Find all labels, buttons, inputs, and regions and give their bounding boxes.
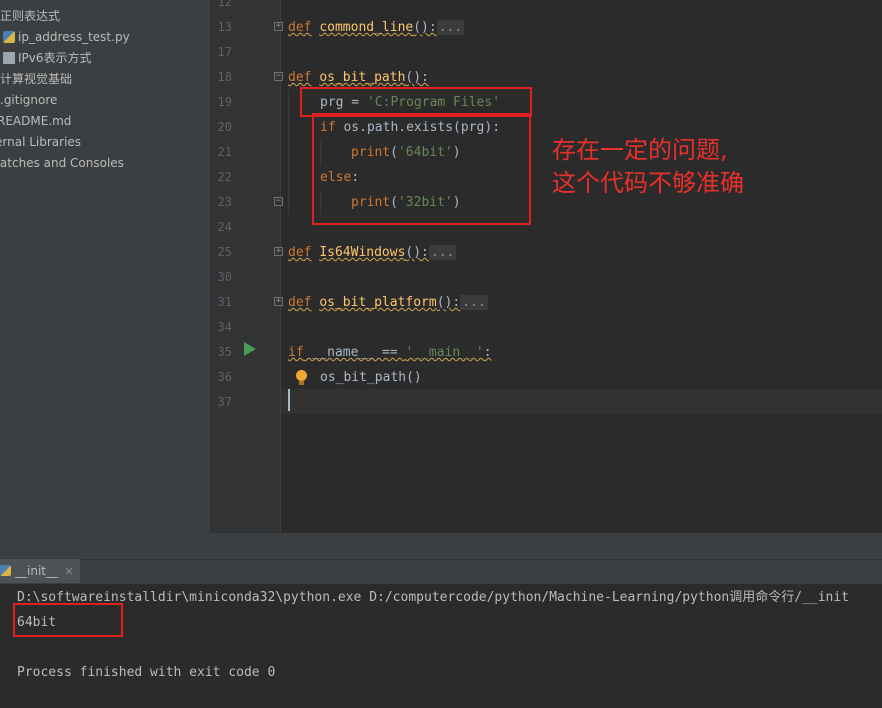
tree-item-external-libraries[interactable]: ernal Libraries <box>0 132 81 153</box>
current-line-highlight <box>281 389 882 414</box>
line-number: 23 <box>217 195 232 209</box>
line-number: 24 <box>217 220 232 234</box>
lightbulb-base <box>299 381 304 385</box>
line-number: 13 <box>217 20 232 34</box>
line-number: 37 <box>217 395 232 409</box>
line-number: 25 <box>217 245 232 259</box>
code-line-25: def Is64Windows():... <box>288 240 457 265</box>
code-token: os_bit_path() <box>320 370 422 385</box>
folded-region[interactable]: ... <box>436 20 465 35</box>
code-line-36: os_bit_path() <box>320 365 422 390</box>
tree-item-folder[interactable]: 计算视觉基础 <box>0 69 72 90</box>
indent-guide <box>288 90 289 215</box>
code-token: (): <box>436 295 461 310</box>
line-number: 18 <box>217 70 232 84</box>
function-name-token: commond_line <box>319 20 414 35</box>
line-number: 36 <box>217 370 232 384</box>
fold-collapse-icon[interactable]: − <box>274 72 283 81</box>
tree-item-readme[interactable]: README.md <box>0 111 71 132</box>
run-tab-label: __init__ <box>15 564 58 578</box>
tree-item-folder[interactable]: 正则表达式 <box>0 6 60 27</box>
code-line-13: def commond_line():... <box>288 15 465 40</box>
tree-item-ipv6[interactable]: IPv6表示方式 <box>3 48 92 69</box>
tree-item-label: ip_address_test.py <box>18 30 130 44</box>
line-number: 12 <box>217 0 232 9</box>
annotation-text: 存在一定的问题, 这个代码不够准确 <box>552 136 744 197</box>
console-exit-line: Process finished with exit code 0 <box>17 665 276 680</box>
keyword-token: def <box>288 70 312 85</box>
code-token: : <box>483 345 492 360</box>
line-number: 35 <box>217 345 232 359</box>
tree-item-label: IPv6表示方式 <box>18 51 92 65</box>
string-token: '__main__' <box>405 345 484 360</box>
function-name-token: os_bit_path <box>319 70 406 85</box>
tree-item-label: README.md <box>0 114 72 128</box>
run-tab-bar <box>0 559 882 584</box>
tree-item-label: 计算视觉基础 <box>0 72 73 86</box>
tree-item-label: ernal Libraries <box>0 135 82 149</box>
line-number: 31 <box>217 295 232 309</box>
tree-item-gitignore[interactable]: .gitignore <box>0 90 57 111</box>
tree-item-label: .gitignore <box>0 93 58 107</box>
function-name-token: os_bit_platform <box>319 295 437 310</box>
code-token: __name__ == <box>303 345 406 360</box>
code-line-35: if __name__ == '__main__': <box>288 340 492 365</box>
line-number: 17 <box>217 45 232 59</box>
folded-region[interactable]: ... <box>460 295 488 310</box>
tree-item-scratches[interactable]: ratches and Consoles <box>0 153 124 174</box>
tree-item-label: 正则表达式 <box>0 9 61 23</box>
run-panel-header <box>0 533 882 559</box>
keyword-token: if <box>288 345 304 360</box>
file-icon <box>3 52 15 64</box>
line-number: 30 <box>217 270 232 284</box>
code-token: (): <box>413 20 437 35</box>
highlight-box-if-else <box>312 113 531 225</box>
fold-expand-icon[interactable]: + <box>274 22 283 31</box>
run-tab-init[interactable]: __init__ × <box>0 559 81 583</box>
console-command-line: D:\softwareinstalldir\miniconda32\python… <box>17 590 850 605</box>
tree-item-label: ratches and Consoles <box>0 156 124 170</box>
code-token: (): <box>405 70 429 85</box>
python-file-icon <box>3 31 15 43</box>
fold-expand-icon[interactable]: + <box>274 297 283 306</box>
text-caret <box>288 389 290 411</box>
keyword-token: def <box>288 295 312 310</box>
fold-end-icon[interactable]: − <box>274 197 283 206</box>
code-token: (): <box>405 245 429 260</box>
python-file-icon <box>0 565 11 576</box>
line-number: 20 <box>217 120 232 134</box>
project-tree: 正则表达式 ip_address_test.py IPv6表示方式 计算视觉基础… <box>0 0 210 557</box>
code-line-31: def os_bit_platform():... <box>288 290 488 315</box>
line-number: 19 <box>217 95 232 109</box>
line-number: 22 <box>217 170 232 184</box>
highlight-box-output <box>13 603 123 637</box>
line-number: 21 <box>217 145 232 159</box>
close-icon[interactable]: × <box>64 564 74 578</box>
run-icon[interactable] <box>244 342 256 356</box>
fold-expand-icon[interactable]: + <box>274 247 283 256</box>
lightbulb-icon[interactable] <box>296 370 307 381</box>
tree-item-ip-address-test[interactable]: ip_address_test.py <box>3 27 130 48</box>
keyword-token: def <box>288 20 312 35</box>
folded-region[interactable]: ... <box>428 245 457 260</box>
function-name-token: Is64Windows <box>319 245 406 260</box>
line-number: 34 <box>217 320 232 334</box>
keyword-token: def <box>288 245 312 260</box>
